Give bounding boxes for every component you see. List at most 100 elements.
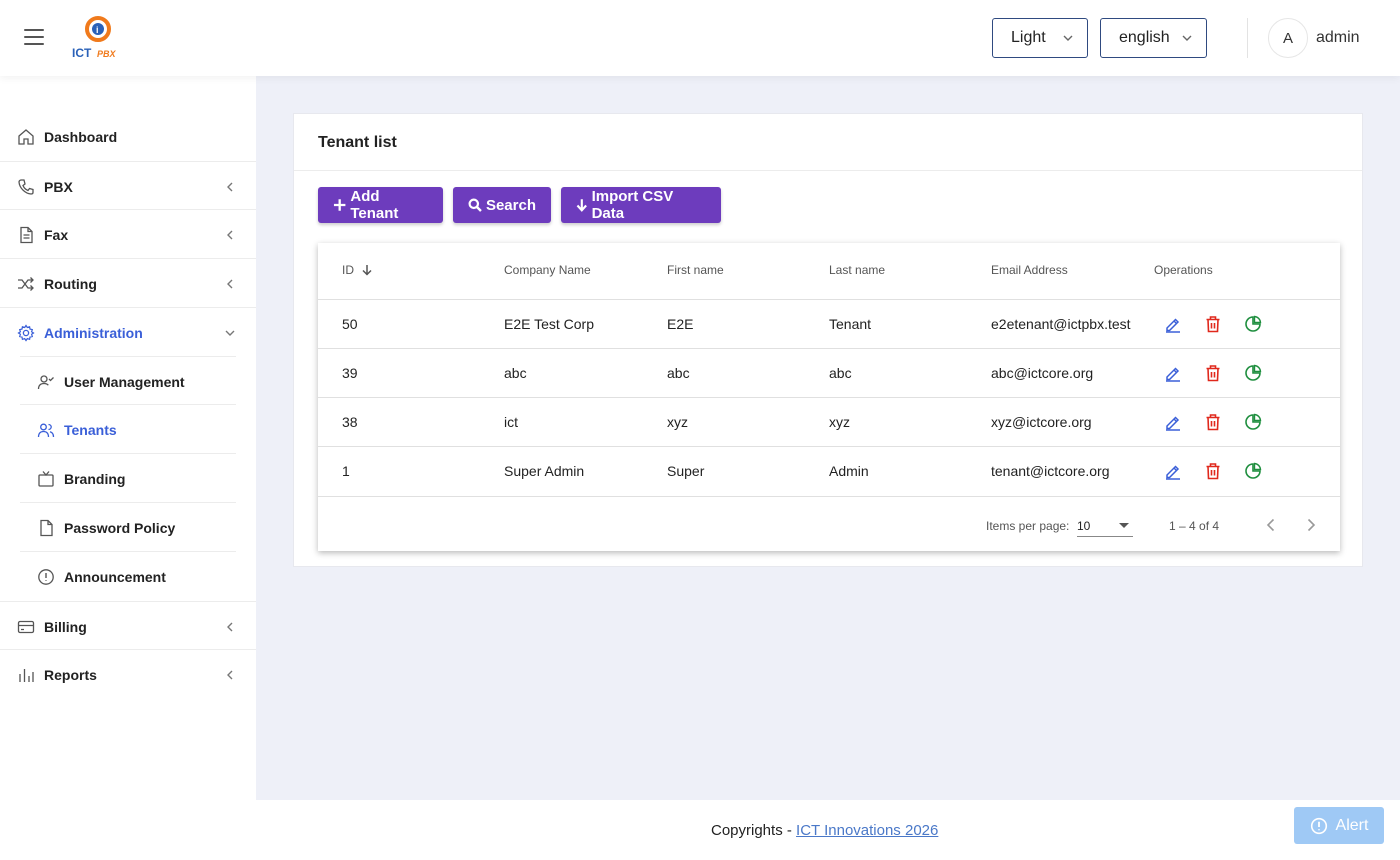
copyright-prefix: Copyrights -	[711, 822, 797, 839]
language-select[interactable]: english	[1100, 18, 1207, 58]
previous-page-icon[interactable]	[1263, 517, 1279, 533]
user-check-icon	[37, 375, 54, 390]
dropdown-arrow-icon	[1119, 523, 1129, 528]
table-row: 39 abc abc abc abc@ictcore.org	[318, 348, 1340, 397]
cell-last-name: xyz	[829, 414, 850, 430]
shuffle-icon	[18, 277, 34, 291]
cell-first-name: abc	[667, 365, 690, 381]
svg-text:PBX: PBX	[97, 49, 117, 59]
top-header: i ICT PBX Light english A admin	[0, 0, 1400, 76]
sidebar-item-label: Administration	[44, 325, 143, 341]
page-range-label: 1 – 4 of 4	[1169, 519, 1220, 533]
column-header-id[interactable]: ID	[342, 263, 373, 277]
pie-chart-icon[interactable]	[1244, 315, 1262, 333]
import-csv-button[interactable]: Import CSV Data	[561, 187, 721, 223]
chevron-left-icon	[227, 182, 233, 192]
cell-email: abc@ictcore.org	[991, 365, 1094, 381]
plus-icon	[333, 199, 346, 211]
search-icon	[468, 198, 482, 212]
tv-icon	[38, 471, 54, 487]
add-tenant-button[interactable]: Add Tenant	[318, 187, 443, 223]
cell-first-name: Super	[667, 463, 705, 479]
pie-chart-icon[interactable]	[1244, 462, 1262, 480]
theme-select[interactable]: Light	[992, 18, 1088, 58]
credit-card-icon	[17, 620, 35, 634]
chevron-left-icon	[227, 279, 233, 289]
cell-id: 38	[342, 414, 358, 430]
sidebar-item-branding[interactable]: Branding	[20, 454, 236, 503]
cell-first-name: E2E	[667, 316, 694, 332]
bar-chart-icon	[19, 669, 34, 682]
sidebar-item-label: Tenants	[64, 422, 117, 438]
arrow-down-icon	[576, 199, 587, 212]
cell-company: abc	[504, 365, 527, 381]
document-icon	[20, 226, 33, 244]
cell-company: ict	[504, 414, 518, 430]
edit-icon[interactable]	[1164, 413, 1182, 431]
avatar[interactable]: A	[1268, 18, 1308, 58]
sidebar-item-label: PBX	[44, 179, 73, 195]
card-divider	[294, 170, 1362, 171]
items-per-page-label: Items per page:	[986, 519, 1070, 533]
svg-text:ICT: ICT	[72, 46, 92, 60]
cell-company: Super Admin	[504, 463, 585, 479]
cell-company: E2E Test Corp	[504, 316, 595, 332]
cell-id: 50	[342, 316, 358, 332]
sidebar-item-label: Reports	[44, 667, 97, 683]
edit-icon[interactable]	[1164, 462, 1182, 480]
trash-icon[interactable]	[1204, 364, 1222, 382]
chevron-left-icon	[227, 622, 233, 632]
cell-id: 1	[342, 463, 350, 479]
search-label: Search	[485, 196, 536, 214]
column-header-last-name: Last name	[829, 263, 886, 277]
tenant-table: ID Company Name First name Last name Ema…	[318, 243, 1340, 551]
table-row: 38 ict xyz xyz xyz@ictcore.org	[318, 397, 1340, 446]
sidebar-item-fax[interactable]: Fax	[0, 210, 256, 259]
items-per-page-select[interactable]: 10	[1077, 515, 1133, 537]
theme-select-value: Light	[1011, 29, 1046, 46]
search-button[interactable]: Search	[453, 187, 551, 223]
edit-icon[interactable]	[1164, 364, 1182, 382]
sidebar-item-administration[interactable]: Administration	[0, 308, 256, 357]
paginator: Items per page: 10 1 – 4 of 4	[318, 496, 1340, 551]
avatar-initial: A	[1282, 29, 1293, 47]
sidebar-item-routing[interactable]: Routing	[0, 259, 256, 308]
sidebar-item-announcement[interactable]: Announcement	[20, 552, 236, 601]
pie-chart-icon[interactable]	[1244, 364, 1262, 382]
next-page-icon[interactable]	[1303, 517, 1319, 533]
sidebar-item-dashboard[interactable]: Dashboard	[0, 112, 256, 161]
sidebar-item-label: User Management	[64, 374, 185, 390]
phone-icon	[18, 179, 34, 195]
footer: Copyrights - ICT Innovations 2026	[256, 800, 1400, 860]
sidebar-item-user-management[interactable]: User Management	[20, 356, 236, 405]
edit-icon[interactable]	[1164, 315, 1182, 333]
sidebar-item-tenants[interactable]: Tenants	[20, 405, 236, 454]
file-icon	[40, 519, 53, 537]
logo[interactable]: i ICT PBX	[70, 14, 126, 62]
sidebar-item-label: Branding	[64, 471, 126, 487]
page-title: Tenant list	[318, 134, 397, 151]
pie-chart-icon[interactable]	[1244, 413, 1262, 431]
trash-icon[interactable]	[1204, 413, 1222, 431]
sidebar-item-reports[interactable]: Reports	[0, 650, 256, 699]
trash-icon[interactable]	[1204, 462, 1222, 480]
sidebar-item-pbx[interactable]: PBX	[0, 161, 256, 210]
table-row: 50 E2E Test Corp E2E Tenant e2etenant@ic…	[318, 299, 1340, 348]
company-link[interactable]: ICT Innovations 2026	[796, 822, 938, 839]
chevron-down-icon	[1182, 35, 1192, 41]
trash-icon[interactable]	[1204, 315, 1222, 333]
alert-circle-icon	[38, 569, 54, 585]
hamburger-icon[interactable]	[24, 29, 44, 45]
username[interactable]: admin	[1316, 29, 1360, 47]
cell-email: e2etenant@ictpbx.test	[991, 316, 1131, 332]
sidebar: Dashboard PBX Fax Routing Administration…	[0, 76, 256, 860]
add-tenant-label: Add Tenant	[350, 188, 399, 222]
sidebar-item-label: Dashboard	[44, 129, 118, 145]
sidebar-item-password-policy[interactable]: Password Policy	[20, 503, 236, 552]
svg-text:i: i	[96, 25, 99, 35]
copyright-text: Copyrights - ICT Innovations 2026	[711, 822, 938, 839]
alert-button[interactable]: Alert	[1294, 807, 1384, 844]
chevron-down-icon	[225, 330, 235, 336]
sidebar-item-billing[interactable]: Billing	[0, 601, 256, 650]
sidebar-item-label: Password Policy	[64, 520, 176, 536]
